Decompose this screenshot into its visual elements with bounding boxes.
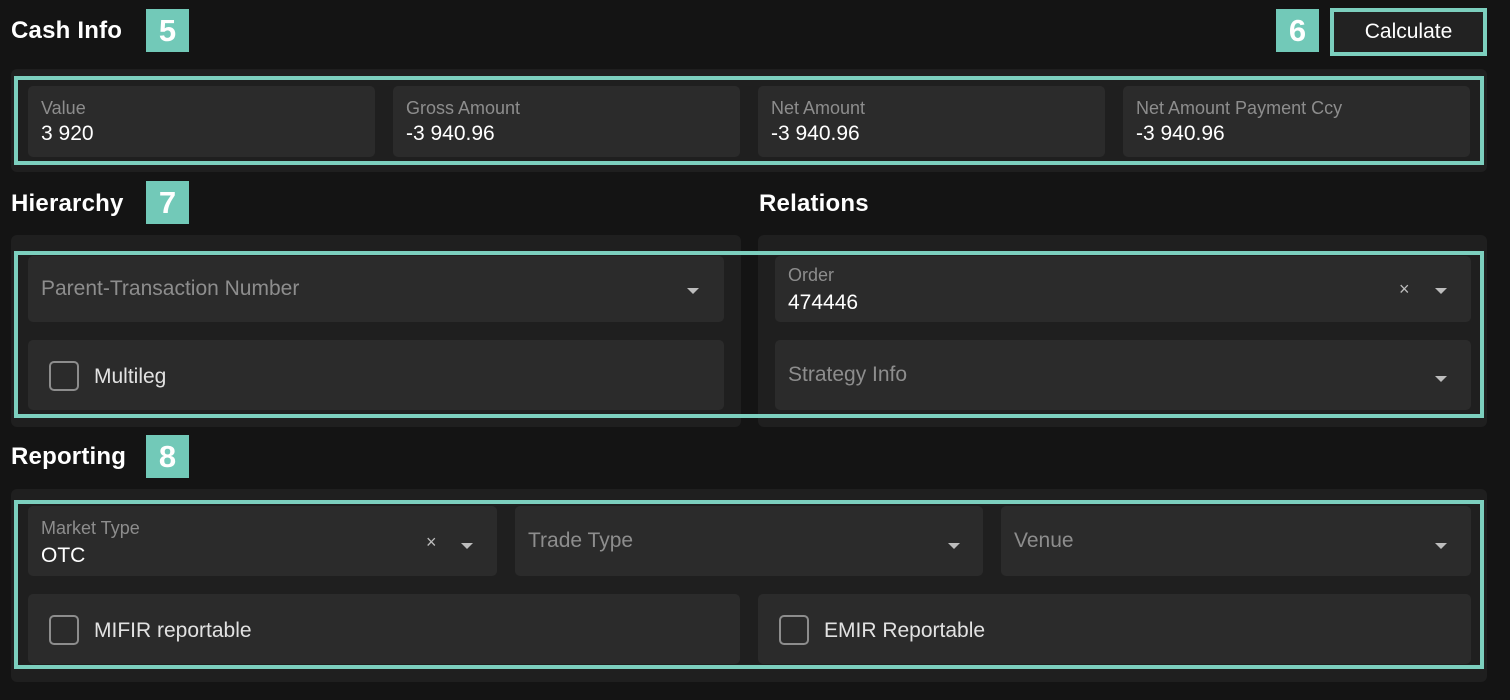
- venue-select[interactable]: Venue: [1001, 506, 1471, 576]
- close-icon[interactable]: ×: [426, 533, 437, 551]
- net-amount-payment-ccy-label: Net Amount Payment Ccy: [1136, 98, 1343, 118]
- mifir-reportable-label: MIFIR reportable: [94, 619, 252, 642]
- strategy-info-select[interactable]: Strategy Info: [775, 340, 1471, 410]
- close-icon[interactable]: ×: [1399, 280, 1410, 298]
- gross-amount-field[interactable]: Gross Amount -3 940.96: [393, 86, 740, 157]
- reporting-title: Reporting: [11, 443, 127, 470]
- net-amount-value: -3 940.96: [771, 122, 860, 145]
- mifir-reportable-row: MIFIR reportable: [28, 594, 740, 664]
- net-amount-payment-ccy-field[interactable]: Net Amount Payment Ccy -3 940.96: [1123, 86, 1470, 157]
- value-field[interactable]: Value 3 920: [28, 86, 375, 157]
- parent-transaction-select[interactable]: Parent-Transaction Number: [28, 256, 724, 322]
- relations-title: Relations: [759, 190, 869, 217]
- chevron-down-icon[interactable]: [1435, 376, 1447, 382]
- annotation-badge-7: 7: [146, 181, 189, 224]
- annotation-badge-6: 6: [1276, 9, 1319, 52]
- trade-type-select[interactable]: Trade Type: [515, 506, 983, 576]
- multileg-row: Multileg: [28, 340, 724, 410]
- emir-reportable-checkbox[interactable]: [779, 615, 809, 645]
- cash-info-title: Cash Info: [11, 17, 123, 44]
- annotation-badge-5: 5: [146, 9, 189, 52]
- value-field-value: 3 920: [41, 122, 94, 145]
- gross-amount-value: -3 940.96: [406, 122, 495, 145]
- net-amount-payment-ccy-value: -3 940.96: [1136, 122, 1225, 145]
- order-value: 474446: [788, 291, 859, 314]
- hierarchy-title: Hierarchy: [11, 190, 124, 217]
- net-amount-label: Net Amount: [771, 98, 866, 118]
- order-select[interactable]: Order 474446 ×: [775, 256, 1471, 322]
- gross-amount-label: Gross Amount: [406, 98, 521, 118]
- chevron-down-icon[interactable]: [687, 288, 699, 294]
- net-amount-field[interactable]: Net Amount -3 940.96: [758, 86, 1105, 157]
- venue-placeholder: Venue: [1014, 529, 1074, 552]
- market-type-label: Market Type: [41, 518, 140, 538]
- market-type-value: OTC: [41, 544, 86, 567]
- multileg-label: Multileg: [94, 365, 167, 388]
- parent-transaction-placeholder: Parent-Transaction Number: [41, 277, 300, 300]
- chevron-down-icon[interactable]: [1435, 288, 1447, 294]
- market-type-select[interactable]: Market Type OTC ×: [28, 506, 497, 576]
- emir-reportable-row: EMIR Reportable: [758, 594, 1471, 664]
- order-label: Order: [788, 265, 835, 285]
- value-field-label: Value: [41, 98, 86, 118]
- mifir-reportable-checkbox[interactable]: [49, 615, 79, 645]
- strategy-info-placeholder: Strategy Info: [788, 363, 908, 386]
- annotation-badge-8: 8: [146, 435, 189, 478]
- emir-reportable-label: EMIR Reportable: [824, 619, 986, 642]
- calculate-button[interactable]: Calculate: [1330, 8, 1487, 56]
- chevron-down-icon[interactable]: [1435, 543, 1447, 549]
- trade-type-placeholder: Trade Type: [528, 529, 634, 552]
- multileg-checkbox[interactable]: [49, 361, 79, 391]
- chevron-down-icon[interactable]: [461, 543, 473, 549]
- chevron-down-icon[interactable]: [948, 543, 960, 549]
